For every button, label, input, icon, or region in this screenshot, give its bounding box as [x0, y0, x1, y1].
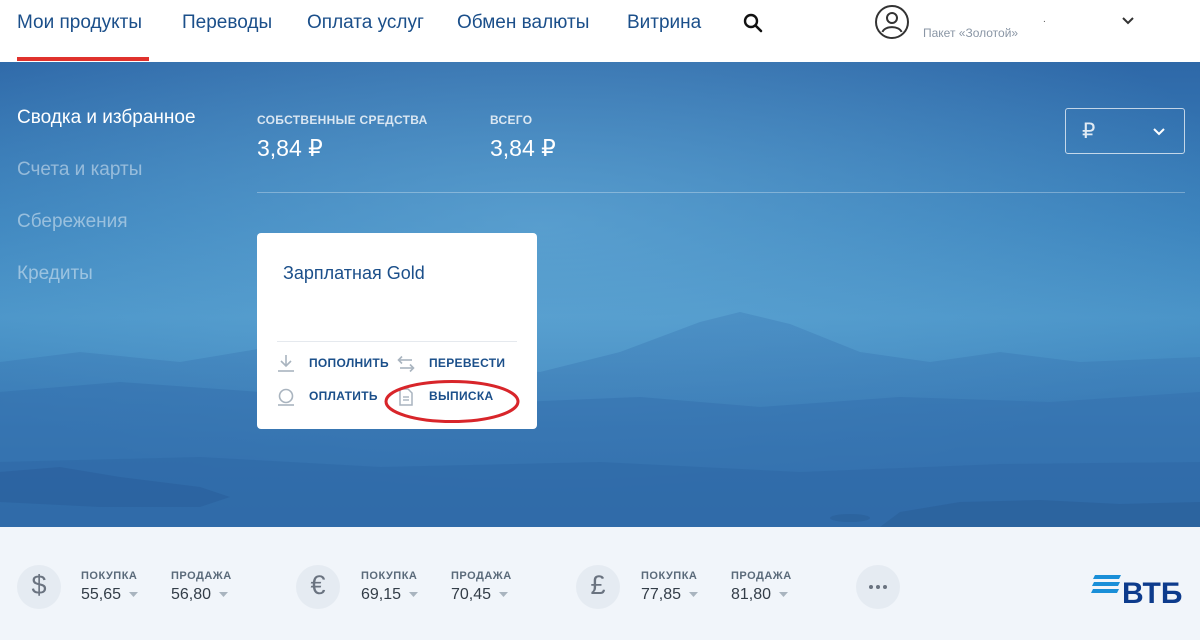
pound-icon: £ [576, 565, 620, 609]
more-dots-icon [869, 585, 887, 589]
topup-action[interactable]: ПОПОЛНИТЬ [309, 356, 389, 370]
user-name-mark: . [1043, 14, 1046, 25]
sidebar-item-credits[interactable]: Кредиты [17, 263, 93, 285]
currency-select[interactable]: ₽ [1065, 108, 1185, 154]
chevron-down-icon[interactable] [1121, 14, 1135, 28]
nav-my-products[interactable]: Мои продукты [17, 12, 142, 34]
nav-showcase[interactable]: Витрина [627, 12, 701, 34]
pay-action[interactable]: ОПЛАТИТЬ [309, 389, 378, 403]
search-icon[interactable] [742, 12, 764, 34]
mountain-background [0, 62, 1200, 527]
transfer-arrows-icon [397, 355, 415, 373]
total-label: ВСЕГО [490, 113, 533, 127]
package-label: Пакет «Золотой» [923, 26, 1019, 40]
gbp-sell-label: ПРОДАЖА [731, 570, 792, 582]
sidebar-item-summary[interactable]: Сводка и избранное [17, 107, 196, 129]
vtb-logo[interactable]: ВТБ [1091, 573, 1185, 605]
nav-payments[interactable]: Оплата услуг [307, 12, 424, 34]
logo-text: ВТБ [1122, 577, 1182, 605]
caret-down-icon [499, 592, 508, 597]
usd-buy-value: 55,65 [81, 586, 122, 603]
sidebar-item-savings[interactable]: Сбережения [17, 211, 128, 233]
caret-down-icon [219, 592, 228, 597]
eur-buy-value: 69,15 [361, 586, 402, 603]
user-avatar-icon[interactable] [874, 4, 910, 40]
card-divider [277, 341, 517, 342]
chevron-down-icon [1153, 128, 1165, 136]
caret-down-icon [779, 592, 788, 597]
gbp-buy-label: ПОКУПКА [641, 570, 698, 582]
nav-transfers[interactable]: Переводы [182, 12, 272, 34]
dollar-icon: $ [17, 565, 61, 609]
caret-down-icon [129, 592, 138, 597]
download-icon [278, 355, 294, 372]
usd-buy-label: ПОКУПКА [81, 570, 138, 582]
usd-sell-label: ПРОДАЖА [171, 570, 232, 582]
eur-buy-label: ПОКУПКА [361, 570, 418, 582]
own-funds-value: 3,84 ₽ [257, 135, 323, 161]
caret-down-icon [689, 592, 698, 597]
eur-sell-value: 70,45 [451, 586, 492, 603]
eur-sell-label: ПРОДАЖА [451, 570, 512, 582]
total-value: 3,84 ₽ [490, 135, 556, 161]
caret-down-icon [409, 592, 418, 597]
highlight-annotation [384, 380, 520, 423]
usd-sell-value: 56,80 [171, 586, 212, 603]
coin-icon [278, 388, 294, 406]
top-navigation: Мои продукты Переводы Оплата услуг Обмен… [0, 0, 1200, 62]
transfer-action[interactable]: ПЕРЕВЕСТИ [429, 356, 505, 370]
currency-rates-bar: $ ПОКУПКА 55,65 ПРОДАЖА 56,80 € ПОКУПКА … [0, 527, 1200, 640]
more-rates-button[interactable] [856, 565, 900, 609]
gbp-sell-value: 81,80 [731, 586, 772, 603]
nav-currency-exchange[interactable]: Обмен валюты [457, 12, 589, 34]
hero-section: Сводка и избранное Счета и карты Сбереже… [0, 62, 1200, 527]
card-title[interactable]: Зарплатная Gold [283, 263, 425, 284]
gbp-buy-value: 77,85 [641, 586, 682, 603]
euro-icon: € [296, 565, 340, 609]
currency-symbol: ₽ [1082, 120, 1096, 143]
sidebar-item-accounts[interactable]: Счета и карты [17, 159, 142, 181]
active-tab-indicator [17, 57, 149, 61]
own-funds-label: СОБСТВЕННЫЕ СРЕДСТВА [257, 113, 428, 127]
balance-divider [257, 192, 1185, 193]
